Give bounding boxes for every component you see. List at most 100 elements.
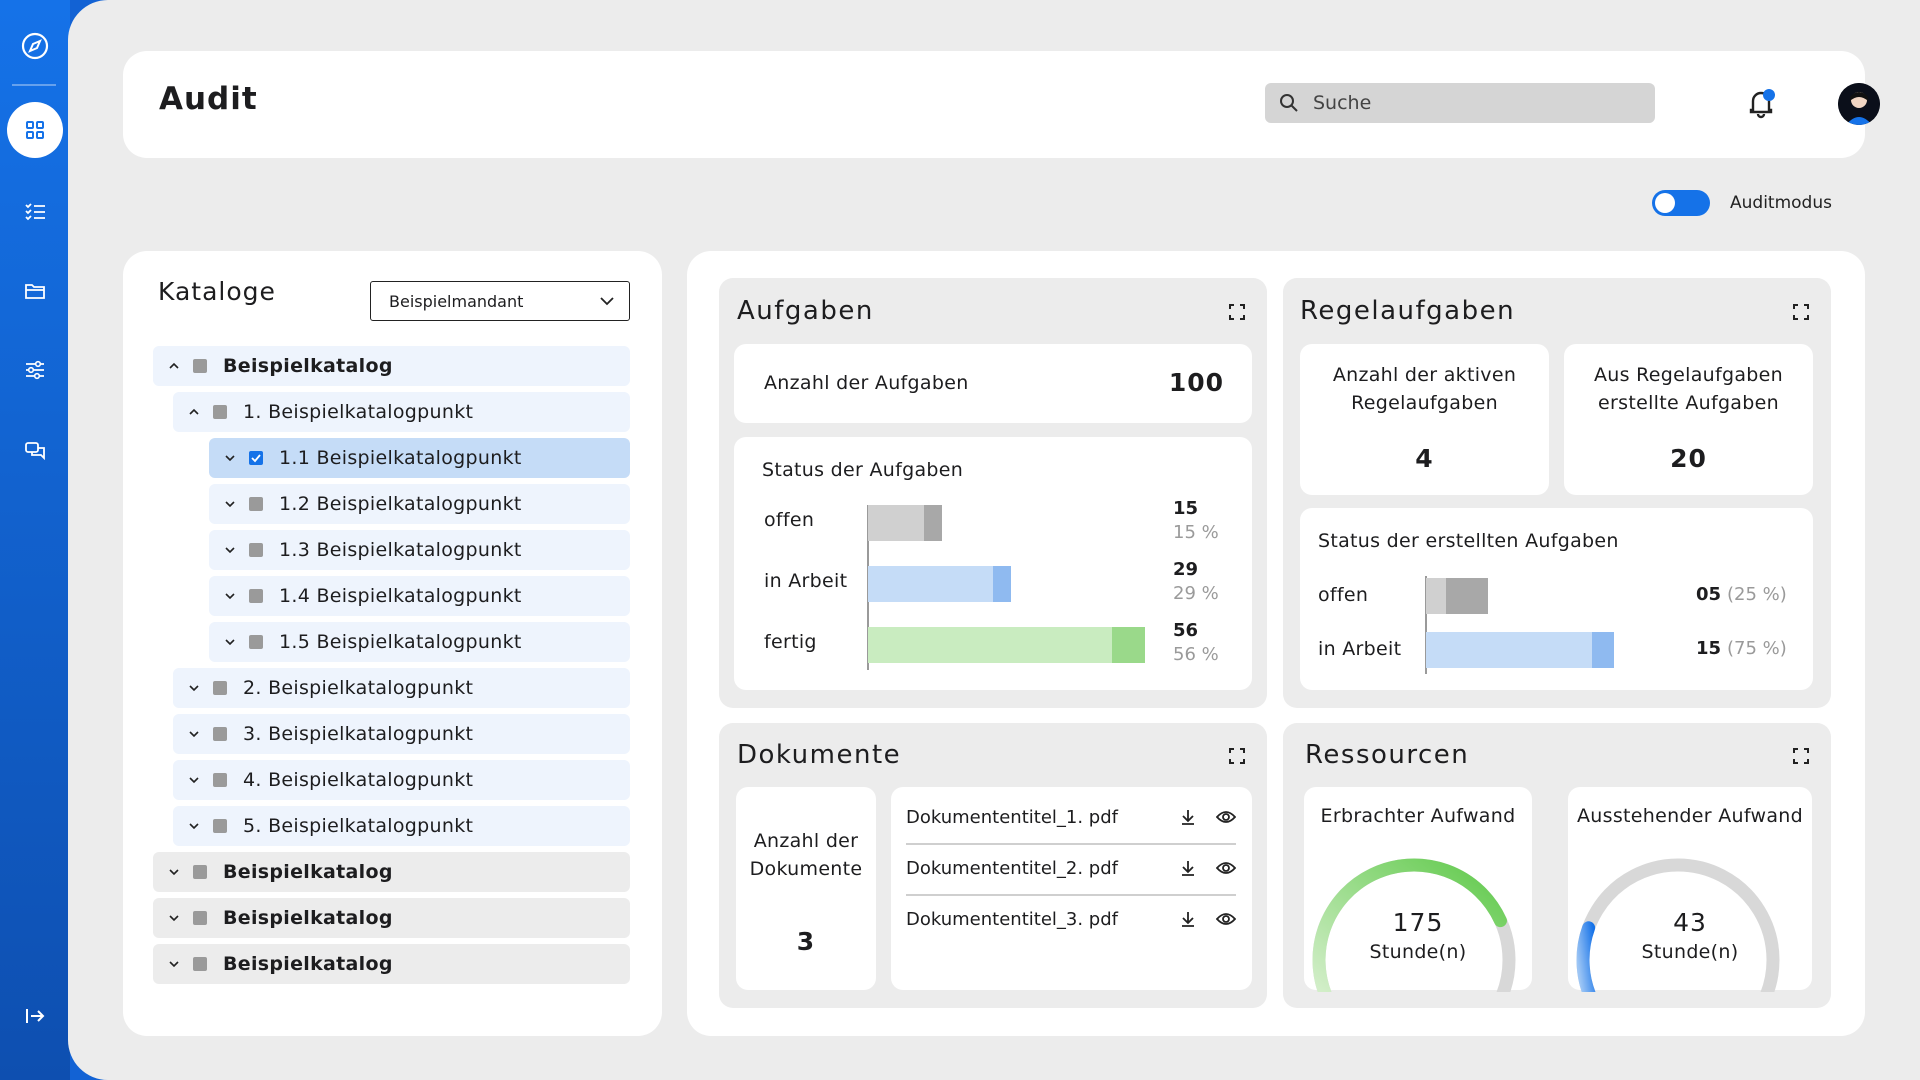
- checkbox[interactable]: [193, 865, 207, 879]
- expand-icon[interactable]: [1228, 747, 1246, 765]
- checkbox[interactable]: [213, 773, 227, 787]
- document-title[interactable]: Dokumententitel_3. pdf: [906, 909, 1118, 930]
- checkbox[interactable]: [249, 451, 263, 465]
- expand-icon[interactable]: [1792, 303, 1810, 321]
- catalog-tree-item[interactable]: Beispielkatalog: [153, 852, 630, 892]
- catalog-tree-item[interactable]: 2. Beispielkatalogpunkt: [173, 668, 630, 708]
- catalog-tree-item[interactable]: 1. Beispielkatalogpunkt: [173, 392, 630, 432]
- catalog-tree-item[interactable]: Beispielkatalog: [153, 944, 630, 984]
- checkbox[interactable]: [193, 957, 207, 971]
- rule-status-bar: [1426, 578, 1488, 614]
- search-input[interactable]: [1313, 92, 1633, 114]
- header-bar: Audit: [123, 51, 1880, 158]
- chevron-down-icon[interactable]: [187, 819, 201, 833]
- catalog-tree-item[interactable]: Beispielkatalog: [153, 346, 630, 386]
- gauge-value: 175: [1392, 908, 1444, 937]
- catalog-tree-item[interactable]: 1.5 Beispielkatalogpunkt: [209, 622, 630, 662]
- document-row[interactable]: Dokumententitel_2. pdf: [906, 844, 1236, 892]
- active-rule-tasks-label: Anzahl der aktiven Regelaufgaben: [1332, 364, 1517, 414]
- chevron-down-icon[interactable]: [167, 911, 181, 925]
- catalog-panel: Kataloge Beispielmandant Beispielkatalog…: [123, 251, 662, 1036]
- logout-icon[interactable]: [7, 988, 63, 1044]
- catalog-tree-item[interactable]: 1.2 Beispielkatalogpunkt: [209, 484, 630, 524]
- catalog-tree-item-label: Beispielkatalog: [223, 861, 393, 883]
- documents-title: Dokumente: [737, 740, 902, 770]
- audit-mode-toggle[interactable]: [1652, 190, 1710, 216]
- dashboard-icon[interactable]: [7, 102, 63, 158]
- checklist-icon[interactable]: [7, 183, 63, 239]
- chat-icon[interactable]: [7, 422, 63, 478]
- avatar[interactable]: [1838, 83, 1880, 125]
- catalog-tree-item[interactable]: 1.3 Beispielkatalogpunkt: [209, 530, 630, 570]
- created-tasks-card: Aus Regelaufgaben erstellte Aufgaben 20: [1564, 344, 1813, 495]
- resource-gauge-card: Erbrachter Aufwand 175 Stunde(n): [1304, 787, 1532, 992]
- client-select[interactable]: Beispielmandant: [370, 281, 630, 321]
- checkbox[interactable]: [213, 727, 227, 741]
- chevron-down-icon[interactable]: [187, 773, 201, 787]
- created-tasks-status-title: Status der erstellten Aufgaben: [1318, 530, 1619, 552]
- checkbox[interactable]: [193, 359, 207, 373]
- document-title[interactable]: Dokumententitel_2. pdf: [906, 858, 1118, 879]
- catalog-tree-item-label: 1. Beispielkatalogpunkt: [243, 401, 474, 423]
- chevron-down-icon[interactable]: [223, 543, 237, 557]
- audit-mode-label: Auditmodus: [1730, 193, 1832, 213]
- tasks-status-title: Status der Aufgaben: [762, 459, 964, 481]
- catalog-tree-item[interactable]: 1.4 Beispielkatalogpunkt: [209, 576, 630, 616]
- rule-status-label: offen: [1318, 584, 1369, 606]
- sidebar: [0, 0, 70, 1080]
- checkbox[interactable]: [249, 635, 263, 649]
- catalog-tree-item-label: 1.3 Beispielkatalogpunkt: [279, 539, 522, 561]
- chevron-down-icon[interactable]: [187, 681, 201, 695]
- expand-icon[interactable]: [1228, 303, 1246, 321]
- search-box[interactable]: [1265, 83, 1655, 123]
- catalog-tree-item[interactable]: Beispielkatalog: [153, 898, 630, 938]
- checkbox[interactable]: [213, 681, 227, 695]
- checkbox[interactable]: [249, 497, 263, 511]
- chevron-down-icon[interactable]: [167, 957, 181, 971]
- task-status-label: fertig: [764, 631, 817, 653]
- checkbox[interactable]: [213, 819, 227, 833]
- download-icon[interactable]: [1180, 859, 1196, 877]
- task-status-value: 56: [1173, 620, 1199, 641]
- compass-icon[interactable]: [7, 18, 63, 74]
- created-tasks-label: Aus Regelaufgaben erstellte Aufgaben: [1593, 364, 1783, 414]
- chevron-down-icon[interactable]: [223, 589, 237, 603]
- gauge-value: 43: [1673, 908, 1707, 937]
- catalog-tree-item-label: 3. Beispielkatalogpunkt: [243, 723, 474, 745]
- chevron-down-icon[interactable]: [167, 865, 181, 879]
- document-row[interactable]: Dokumententitel_1. pdf: [906, 793, 1236, 841]
- catalog-tree-item[interactable]: 4. Beispielkatalogpunkt: [173, 760, 630, 800]
- checkbox[interactable]: [249, 543, 263, 557]
- checkbox[interactable]: [249, 589, 263, 603]
- catalog-tree-item-label: Beispielkatalog: [223, 355, 393, 377]
- chevron-down-icon[interactable]: [187, 727, 201, 741]
- folder-icon[interactable]: [7, 263, 63, 319]
- chevron-up-icon[interactable]: [167, 359, 181, 373]
- expand-icon[interactable]: [1792, 747, 1810, 765]
- checkbox[interactable]: [193, 911, 207, 925]
- rule-tasks-panel: Regelaufgaben Anzahl der aktiven Regelauf…: [1283, 278, 1831, 708]
- document-row[interactable]: Dokumententitel_3. pdf: [906, 895, 1236, 943]
- download-icon[interactable]: [1180, 808, 1196, 826]
- bell-icon[interactable]: [1743, 85, 1779, 121]
- checkbox[interactable]: [213, 405, 227, 419]
- catalog-tree-item[interactable]: 1.1 Beispielkatalogpunkt: [209, 438, 630, 478]
- gauge-label: Ausstehender Aufwand: [1576, 805, 1804, 827]
- sliders-icon[interactable]: [7, 342, 63, 398]
- active-rule-tasks-value: 4: [1415, 444, 1434, 473]
- document-title[interactable]: Dokumententitel_1. pdf: [906, 807, 1118, 828]
- task-status-bar: [868, 627, 1145, 663]
- catalog-tree-item[interactable]: 3. Beispielkatalogpunkt: [173, 714, 630, 754]
- tasks-panel: Aufgaben Anzahl der Aufgaben 100 Status …: [719, 278, 1267, 708]
- catalog-tree-item[interactable]: 5. Beispielkatalogpunkt: [173, 806, 630, 846]
- eye-icon[interactable]: [1216, 911, 1236, 927]
- chevron-up-icon[interactable]: [187, 405, 201, 419]
- eye-icon[interactable]: [1216, 860, 1236, 876]
- chevron-down-icon[interactable]: [223, 635, 237, 649]
- chevron-down-icon[interactable]: [223, 451, 237, 465]
- chevron-down-icon[interactable]: [223, 497, 237, 511]
- tasks-title: Aufgaben: [737, 296, 874, 326]
- download-icon[interactable]: [1180, 910, 1196, 928]
- eye-icon[interactable]: [1216, 809, 1236, 825]
- tasks-status-card: Status der Aufgaben offen 15 15 % in Arbeit…: [734, 437, 1252, 690]
